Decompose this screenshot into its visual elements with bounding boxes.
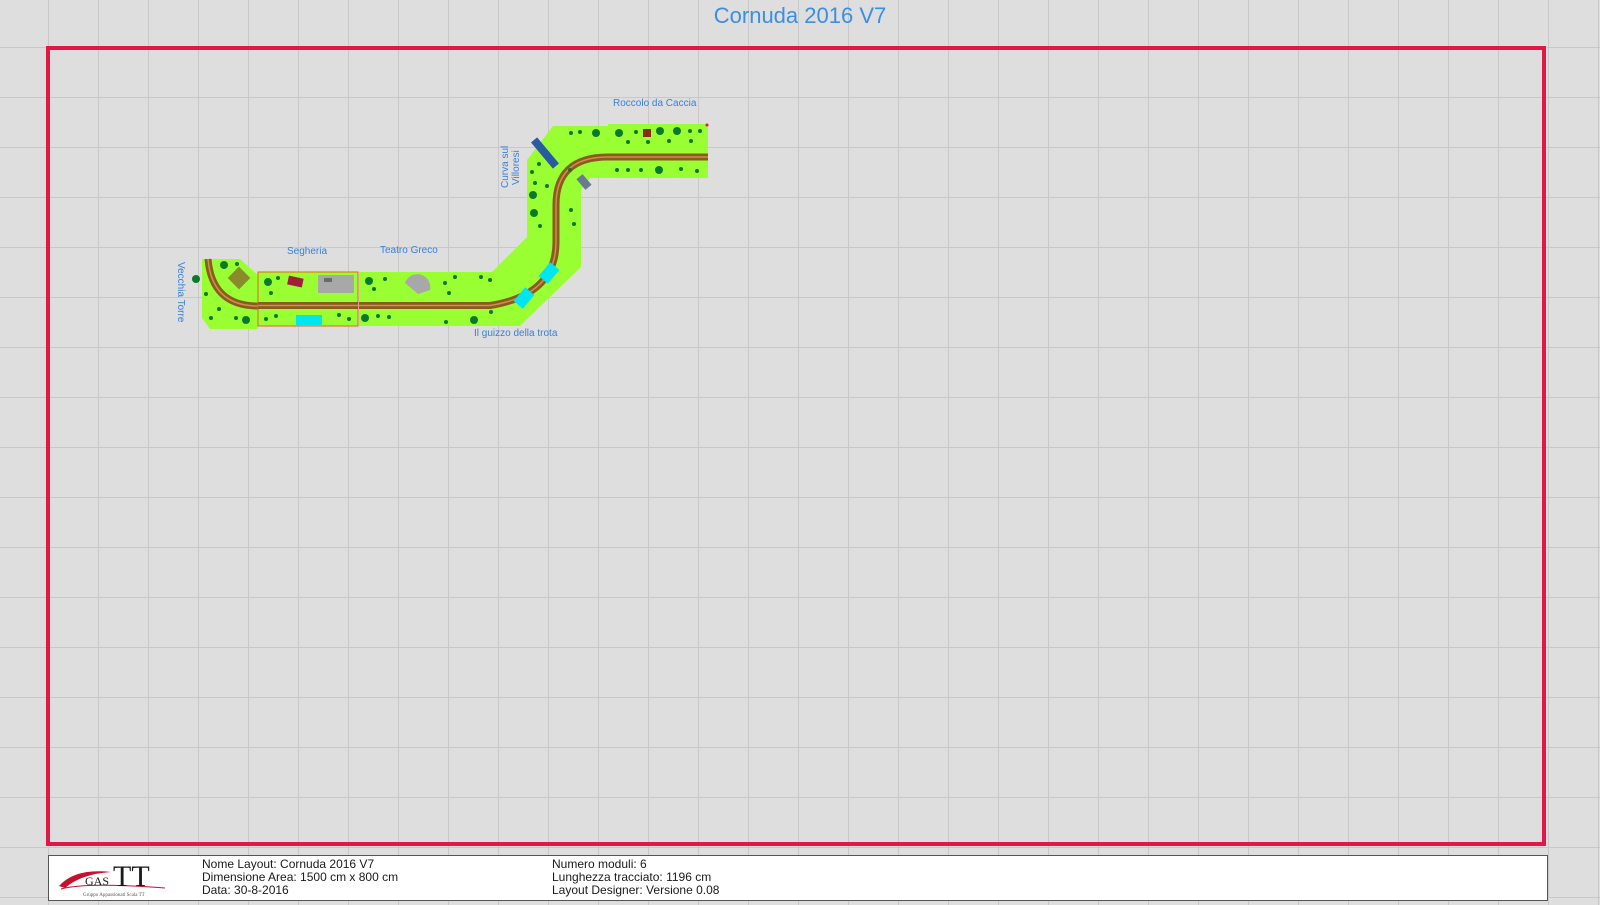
info-column-right: Numero moduli: 6 Lunghezza tracciato: 11…	[552, 858, 719, 897]
module-teatro-greco[interactable]	[359, 272, 459, 326]
info-column-left: Nome Layout: Cornuda 2016 V7 Dimensione …	[202, 858, 398, 897]
hunting-lodge-icon	[643, 129, 651, 137]
svg-text:TT: TT	[113, 860, 150, 893]
module-roccolo-caccia[interactable]	[608, 123, 709, 179]
module-curva-villoresi[interactable]	[527, 126, 609, 242]
svg-text:Gruppo Appassionati Scala TT: Gruppo Appassionati Scala TT	[83, 893, 145, 898]
label-roccolo-caccia: Roccolo da Caccia	[613, 98, 697, 109]
info-data: Data: 30-8-2016	[202, 883, 289, 897]
warehouse-icon	[318, 275, 354, 293]
module-guizzo-trota[interactable]	[459, 237, 581, 326]
label-segheria: Segheria	[287, 246, 327, 257]
gas-tt-logo: GAS TT Gruppo Appassionati Scala TT	[59, 860, 166, 898]
info-designer: Layout Designer: Versione 0.08	[552, 883, 720, 897]
label-teatro-greco: Teatro Greco	[380, 245, 438, 256]
module-segheria[interactable]	[257, 271, 359, 327]
svg-text:GAS: GAS	[85, 874, 109, 888]
label-curva-villoresi-2: Villoresi	[511, 150, 522, 185]
module-vecchia-torre[interactable]	[192, 258, 259, 329]
label-guizzo-trota: Il guizzo della trota	[474, 328, 558, 339]
label-vecchia-torre: Vecchia Torre	[175, 262, 186, 323]
label-curva-villoresi-1: Curva sul	[500, 146, 511, 188]
info-box: GAS TT Gruppo Appassionati Scala TT Nome…	[48, 855, 1548, 901]
water-icon	[296, 315, 322, 325]
layout-map[interactable]: Vecchia Torre Segheria Teatro Greco Il g…	[0, 0, 1600, 905]
